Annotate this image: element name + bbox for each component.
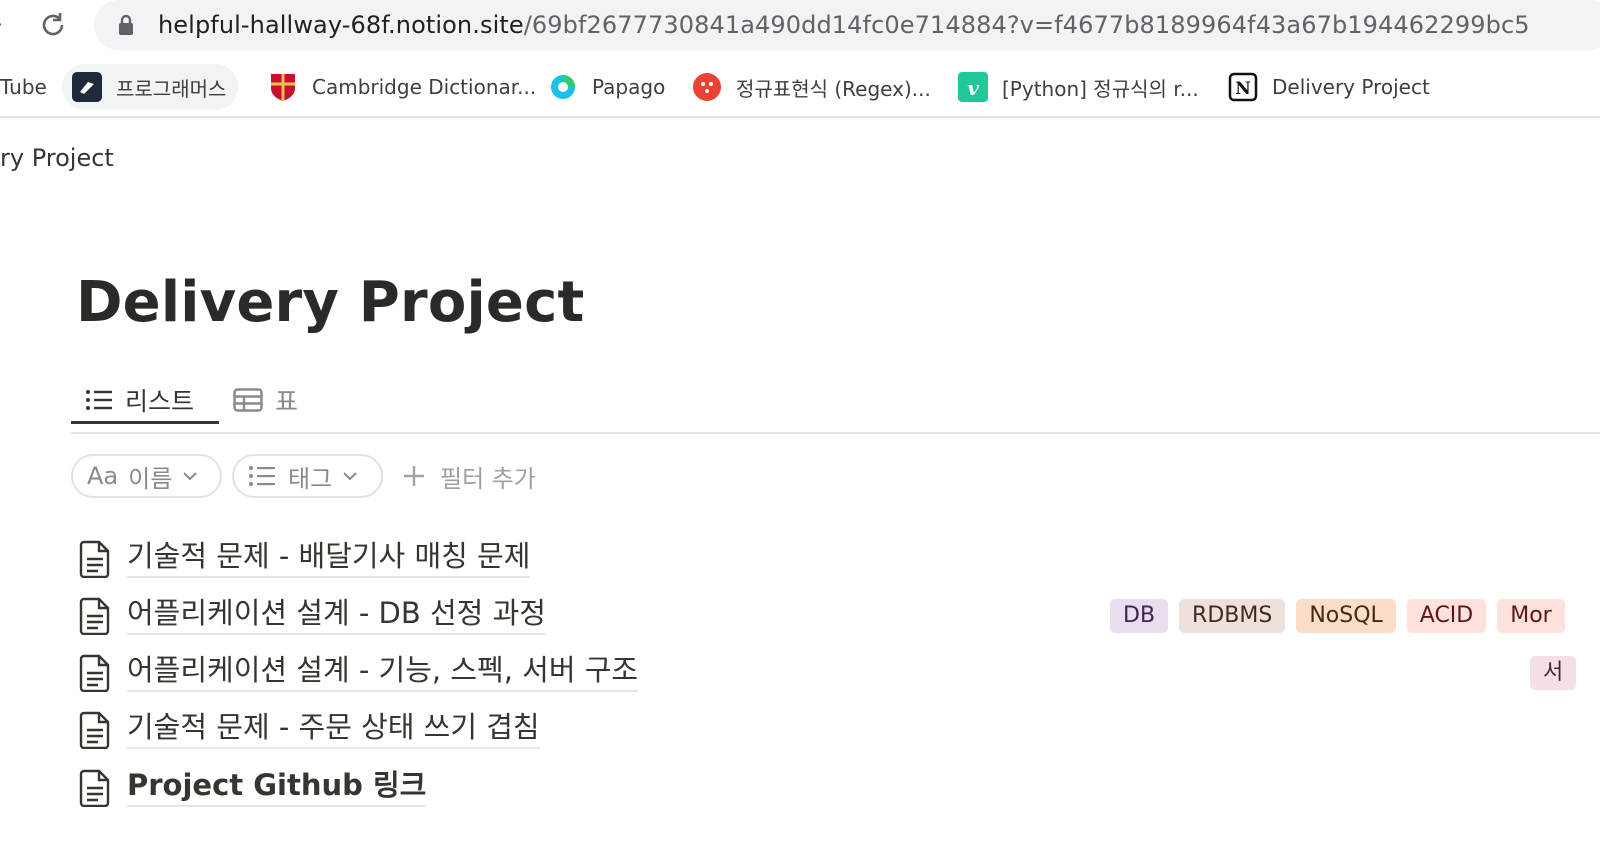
tag-list: 서 [1530, 656, 1587, 690]
view-tabs: 리스트 표 [71, 370, 1600, 434]
page-icon [78, 597, 112, 636]
notion-icon: N [1228, 72, 1258, 102]
list-item-title[interactable]: 어플리케이션 설계 - 기능, 스펙, 서버 구조 [127, 650, 639, 692]
list-item[interactable]: 기술적 문제 - 주문 상태 쓰기 겹침 [76, 703, 1600, 755]
add-filter-button[interactable]: 필터 추가 [402, 454, 536, 498]
forward-arrow-icon[interactable]: › [0, 12, 8, 38]
velog-icon: v [958, 72, 988, 102]
list-item-title[interactable]: 기술적 문제 - 주문 상태 쓰기 겹침 [127, 707, 540, 749]
tab-list[interactable]: 리스트 [71, 378, 219, 424]
bookmark-label: Cambridge Dictionar... [312, 75, 537, 99]
page-title: Delivery Project [76, 270, 585, 335]
bookmark-label: Tube [0, 75, 47, 99]
tab-label: 표 [275, 387, 299, 416]
bookmark-regex[interactable]: 정규표현식 (Regex)... [692, 64, 931, 110]
bookmarks-bar: Tube 프로그래머스 Cambridge Dictionar... Papag… [0, 58, 1600, 118]
bookmark-label: 프로그래머스 [116, 76, 227, 101]
bookmark-programmers[interactable]: 프로그래머스 [62, 64, 239, 110]
bookmark-papago[interactable]: Papago [548, 64, 665, 110]
tag-badge: Mor [1497, 599, 1565, 633]
tag-badge: NoSQL [1296, 599, 1396, 633]
tab-table[interactable]: 표 [233, 378, 298, 422]
tag-badge: DB [1110, 599, 1169, 633]
list-item-title[interactable]: Project Github 링크 [127, 765, 427, 807]
list-icon [85, 388, 113, 412]
tag-badge: RDBMS [1179, 599, 1286, 633]
list-icon [248, 465, 276, 487]
tag-badge: ACID [1406, 599, 1487, 633]
bookmark-label: [Python] 정규식의 r... [1002, 76, 1199, 101]
plus-icon [402, 464, 426, 488]
bookmark-youtube[interactable]: Tube [0, 64, 47, 110]
add-filter-label: 필터 추가 [440, 464, 536, 493]
svg-text:N: N [1235, 79, 1251, 99]
browser-toolbar: › helpful-hallway-68f.notion.site/69bf26… [0, 0, 1600, 52]
papago-icon [548, 72, 578, 102]
filter-label: 이름 [128, 464, 173, 493]
chevron-down-icon [342, 471, 358, 481]
bookmark-label: 정규표현식 (Regex)... [736, 76, 931, 101]
bookmark-label: Papago [592, 75, 666, 99]
bookmark-velog[interactable]: v [Python] 정규식의 r... [958, 64, 1199, 110]
tag-list: DB RDBMS NoSQL ACID Mor [1110, 599, 1576, 633]
programmers-icon [72, 72, 102, 102]
tab-label: 리스트 [125, 387, 195, 416]
table-icon [233, 388, 263, 412]
bookmark-label: Delivery Project [1272, 75, 1430, 99]
bookmark-cambridge[interactable]: Cambridge Dictionar... [268, 64, 536, 110]
svg-text:v: v [967, 76, 979, 100]
bookmark-delivery-project[interactable]: N Delivery Project [1228, 64, 1430, 110]
cambridge-crest-icon [268, 72, 298, 102]
breadcrumb[interactable]: ry Project [0, 144, 114, 172]
page-icon [78, 769, 112, 808]
url-text[interactable]: helpful-hallway-68f.notion.site/69bf2677… [158, 10, 1530, 40]
active-tab-indicator [71, 421, 219, 424]
filter-name[interactable]: Aa 이름 [71, 454, 222, 498]
page-icon [78, 654, 112, 693]
list-item[interactable]: Project Github 링크 [76, 761, 1600, 813]
url-path: /69bf2677730841a490dd14fc0e714884?v=f467… [523, 11, 1530, 39]
url-host: helpful-hallway-68f.notion.site [158, 11, 524, 39]
list-item[interactable]: 어플리케이션 설계 - 기능, 스펙, 서버 구조 서 [76, 646, 1600, 698]
list-item-title[interactable]: 어플리케이션 설계 - DB 선정 과정 [127, 593, 546, 635]
filter-label: 태그 [288, 464, 333, 493]
reload-icon[interactable] [36, 8, 70, 42]
tag-badge: 서 [1530, 656, 1577, 690]
regex-icon [692, 72, 722, 102]
list-item[interactable]: 기술적 문제 - 배달기사 매칭 문제 [76, 532, 1600, 584]
page-icon [78, 711, 112, 750]
text-type-icon: Aa [87, 462, 119, 490]
list-item[interactable]: 어플리케이션 설계 - DB 선정 과정 DB RDBMS NoSQL ACID… [76, 589, 1600, 641]
filter-tag[interactable]: 태그 [232, 454, 383, 498]
list-item-title[interactable]: 기술적 문제 - 배달기사 매칭 문제 [127, 536, 531, 578]
page-icon [78, 540, 112, 579]
lock-icon[interactable] [116, 14, 136, 36]
chevron-down-icon [182, 471, 198, 481]
